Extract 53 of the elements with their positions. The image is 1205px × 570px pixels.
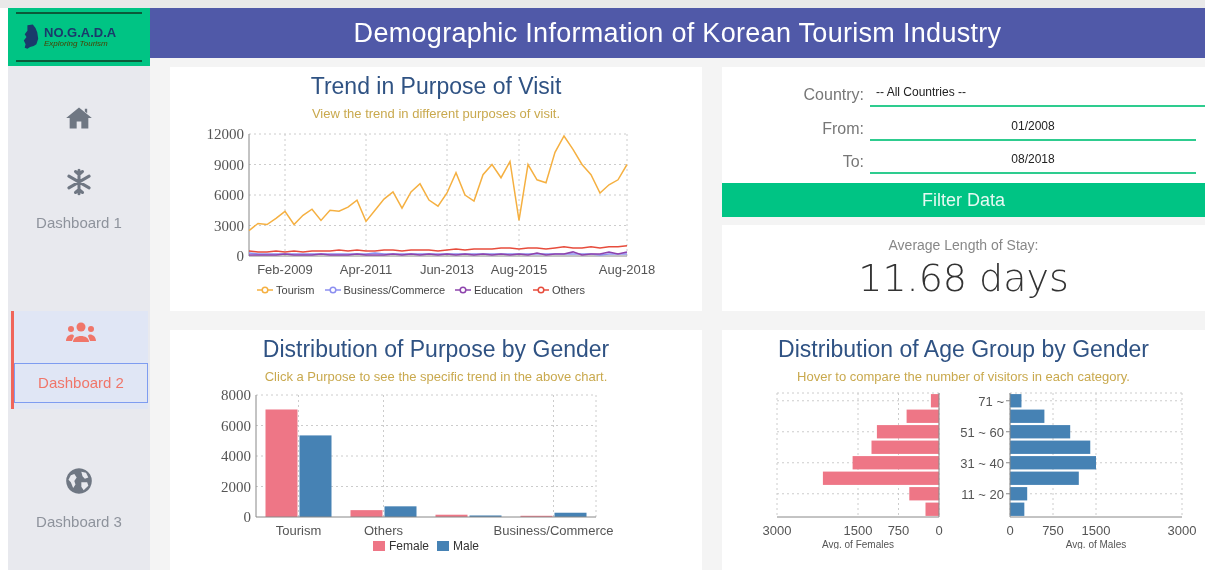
sidebar-label: Dashboard 3 (36, 512, 122, 532)
tick-label: 6000 (221, 417, 251, 433)
card-title: Distribution of Age Group by Gender (778, 335, 1149, 364)
tick-label: Aug-2018 (598, 261, 656, 277)
tick-label: 71 ~ (978, 393, 1004, 409)
sidebar-label: Dashboard 1 (36, 213, 122, 233)
tick-label: 750 (887, 522, 910, 538)
card-subtitle: Click a Purpose to see the specific trend in the above chart. (264, 368, 608, 386)
tick-label: 12000 (206, 127, 244, 142)
tick-label: 0 (236, 247, 244, 264)
tick-label: 1500 (1081, 522, 1111, 538)
sidebar-label: Dashboard 2 (14, 362, 148, 403)
tick-label: 3000 (762, 522, 792, 538)
tick-label: Tourism (275, 522, 322, 537)
tick-label: 4000 (221, 447, 251, 464)
tick-label: 0 (935, 522, 943, 538)
logo-text: NO.G.A.D.A (44, 26, 117, 39)
tick-label: Aug-2015 (490, 261, 548, 277)
tick-label: 2000 (221, 478, 251, 494)
card-title: Trend in Purpose of Visit (310, 72, 562, 101)
stat-label: Average Length of Stay: (888, 236, 1039, 255)
tick-label: Feb-2009 (257, 261, 313, 277)
tick-label: Jun-2013 (419, 261, 475, 277)
page-title: Demographic Information of Korean Tourism Industry (353, 16, 1002, 50)
tick-label: Apr-2011 (339, 261, 393, 277)
tick-label: 6000 (214, 186, 244, 203)
tick-label: 0 (1006, 522, 1014, 538)
tick-label: 11 ~ 20 (961, 486, 1004, 502)
tick-label: Others (364, 522, 403, 537)
tick-label: 9000 (214, 156, 244, 172)
tick-label: Business/Commerce (493, 522, 614, 537)
tick-label: 3000 (1167, 522, 1197, 538)
legend-label: Female (389, 537, 429, 555)
tick-label: 8000 (221, 388, 251, 403)
card-subtitle: Hover to compare the number of visitors in each category. (797, 368, 1130, 386)
tick-label: 31 ~ 40 (960, 455, 1004, 471)
field-label: From: (821, 118, 865, 139)
tick-label: 750 (1042, 522, 1064, 538)
tick-label: 1500 (843, 522, 873, 538)
card-title: Distribution of Purpose by Gender (262, 335, 610, 364)
field-label: To: (841, 152, 865, 173)
stat-value: 11.68 days (858, 256, 1069, 300)
logo-tagline: Exploring Tourism (44, 40, 109, 48)
legend-label: Business/Commerce (343, 282, 445, 298)
field-label: Country: (802, 84, 865, 105)
legend-label: Education (474, 282, 523, 298)
tick-label: 0 (243, 508, 251, 525)
card-subtitle: View the trend in different purposes of visit. (311, 105, 561, 123)
tick-label: 3000 (214, 217, 244, 233)
legend-label: Others (551, 282, 585, 298)
legend-label: Tourism (276, 282, 315, 298)
legend-label: Male (453, 537, 479, 555)
tick-label: 51 ~ 60 (960, 424, 1004, 440)
